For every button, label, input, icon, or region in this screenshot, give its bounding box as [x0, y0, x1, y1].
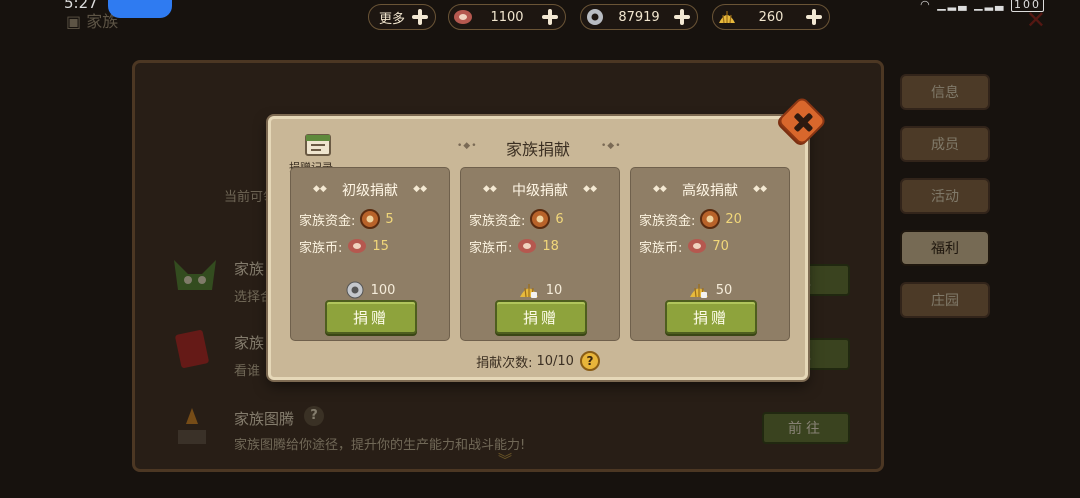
- fund-reward: 家族资金: 5: [299, 208, 394, 230]
- gear-icon: [346, 281, 364, 299]
- meat-icon: [454, 10, 472, 24]
- status-time: 5:27: [64, 0, 98, 12]
- coin-reward: 家族币: 15: [299, 235, 389, 257]
- status-pill: [108, 0, 172, 18]
- fund-reward: 家族资金: 6: [469, 208, 564, 230]
- fund-gear-icon: [700, 209, 721, 229]
- wifi-icon: ◠: [920, 0, 932, 11]
- help-icon[interactable]: ?: [579, 351, 600, 371]
- donation-cost: 100: [291, 280, 449, 300]
- donate-button-advanced[interactable]: 捐赠: [665, 300, 757, 334]
- donation-dialog: 捐赠记录 •◆• 家族捐献 •◆• ◆◆ 初级捐献 ◆◆ 家族资金: 5 家族币…: [268, 95, 828, 380]
- donation-cost: 50: [631, 280, 789, 300]
- donate-button-basic[interactable]: 捐赠: [325, 300, 417, 334]
- fund-gear-icon: [530, 209, 551, 229]
- plus-icon[interactable]: [541, 8, 559, 26]
- coin-reward: 家族币: 70: [639, 235, 729, 257]
- shell-icon: [689, 284, 708, 298]
- fund-gear-icon: [360, 209, 381, 229]
- shell-icon: [719, 11, 735, 24]
- plus-icon[interactable]: [411, 8, 429, 26]
- plus-icon[interactable]: [805, 8, 823, 26]
- ornament-icon: ◆◆: [583, 184, 597, 194]
- meat-icon: [518, 239, 537, 253]
- shell-icon: [519, 284, 538, 298]
- ornament-icon: ◆◆: [753, 184, 767, 194]
- resource-meat: 1100: [448, 4, 566, 30]
- coin-reward: 家族币: 18: [469, 235, 559, 257]
- meat-icon: [688, 239, 707, 253]
- plus-icon[interactable]: [673, 8, 691, 26]
- donation-cost: 10: [461, 280, 619, 300]
- resource-shell: 260: [712, 4, 830, 30]
- donation-count: 捐献次数: 10/10 ?: [271, 351, 805, 371]
- donate-button-medium[interactable]: 捐赠: [495, 300, 587, 334]
- ornament-icon: ◆◆: [413, 184, 427, 194]
- donation-card-basic: ◆◆ 初级捐献 ◆◆ 家族资金: 5 家族币: 15 100 捐赠: [290, 167, 450, 341]
- status-icons: ◠ ▁▂▃ ▁▂▃ 100: [920, 0, 1044, 12]
- ornament-right: •◆•: [601, 141, 622, 151]
- donation-card-advanced: ◆◆ 高级捐献 ◆◆ 家族资金: 20 家族币: 70 50 捐赠: [630, 167, 790, 341]
- signal-icon: ▁▂▃: [937, 0, 969, 11]
- battery-icon: 100: [1011, 0, 1044, 12]
- fund-reward: 家族资金: 20: [639, 208, 742, 230]
- more-button[interactable]: 更多: [368, 4, 436, 30]
- meat-icon: [348, 239, 367, 253]
- signal-icon: ▁▂▃: [974, 0, 1006, 11]
- gear-icon: [587, 9, 603, 25]
- resource-gear: 87919: [580, 4, 698, 30]
- dialog-title: 家族捐献: [505, 140, 570, 159]
- donation-card-medium: ◆◆ 中级捐献 ◆◆ 家族资金: 6 家族币: 18 10 捐赠: [460, 167, 620, 341]
